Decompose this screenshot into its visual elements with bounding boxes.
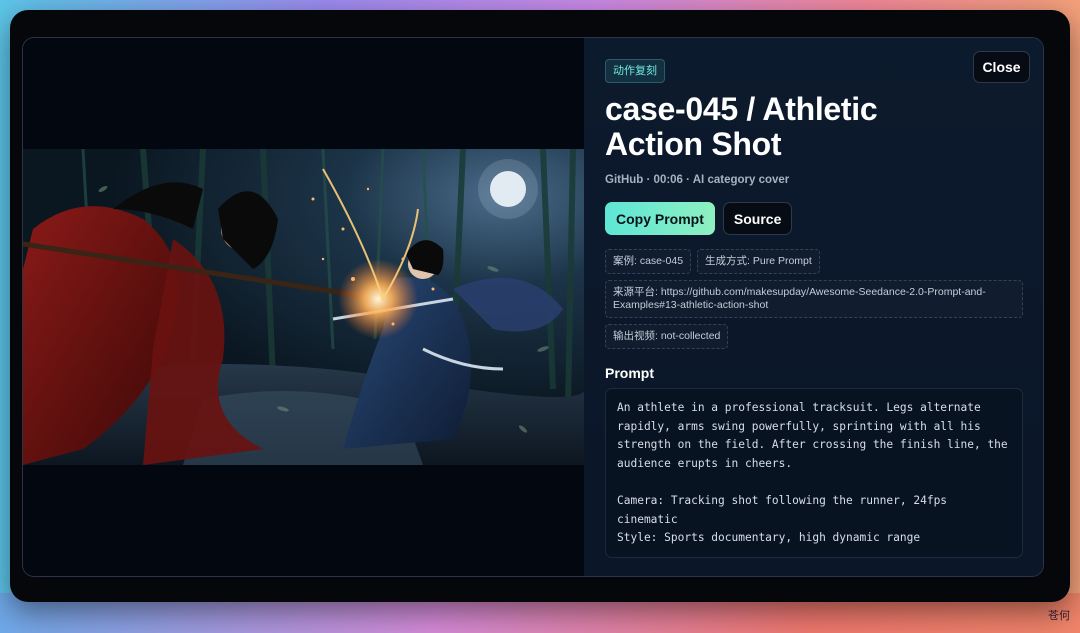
meta-line: GitHub · 00:06 · AI category cover <box>605 174 790 186</box>
action-bar: Copy Prompt Source <box>605 202 1023 235</box>
close-button[interactable]: Close <box>973 51 1030 83</box>
tag-list: 案例: case-045 生成方式: Pure Prompt 来源平台: htt… <box>605 249 1023 349</box>
media-pane <box>23 38 585 576</box>
tag-output-video: 输出视频: not-collected <box>605 324 729 349</box>
cover-image <box>23 149 585 465</box>
tag-case: 案例: case-045 <box>605 249 692 274</box>
source-button[interactable]: Source <box>722 202 793 235</box>
watermark: 苍何 <box>1048 610 1070 622</box>
page-title: case-045 / Athletic Action Shot <box>605 91 878 162</box>
tag-source-platform: 来源平台: https://github.com/makesupday/Awes… <box>605 280 1023 318</box>
detail-modal: 动作复刻 Close case-045 / Athletic Action Sh… <box>22 37 1044 577</box>
cover-illustration <box>23 149 585 465</box>
category-badge: 动作复刻 <box>605 59 665 83</box>
prompt-heading: Prompt <box>605 365 654 381</box>
tag-method: 生成方式: Pure Prompt <box>697 249 820 274</box>
info-pane: 动作复刻 Close case-045 / Athletic Action Sh… <box>584 38 1043 576</box>
copy-prompt-button[interactable]: Copy Prompt <box>605 202 715 235</box>
prompt-text: An athlete in a professional tracksuit. … <box>605 388 1023 558</box>
